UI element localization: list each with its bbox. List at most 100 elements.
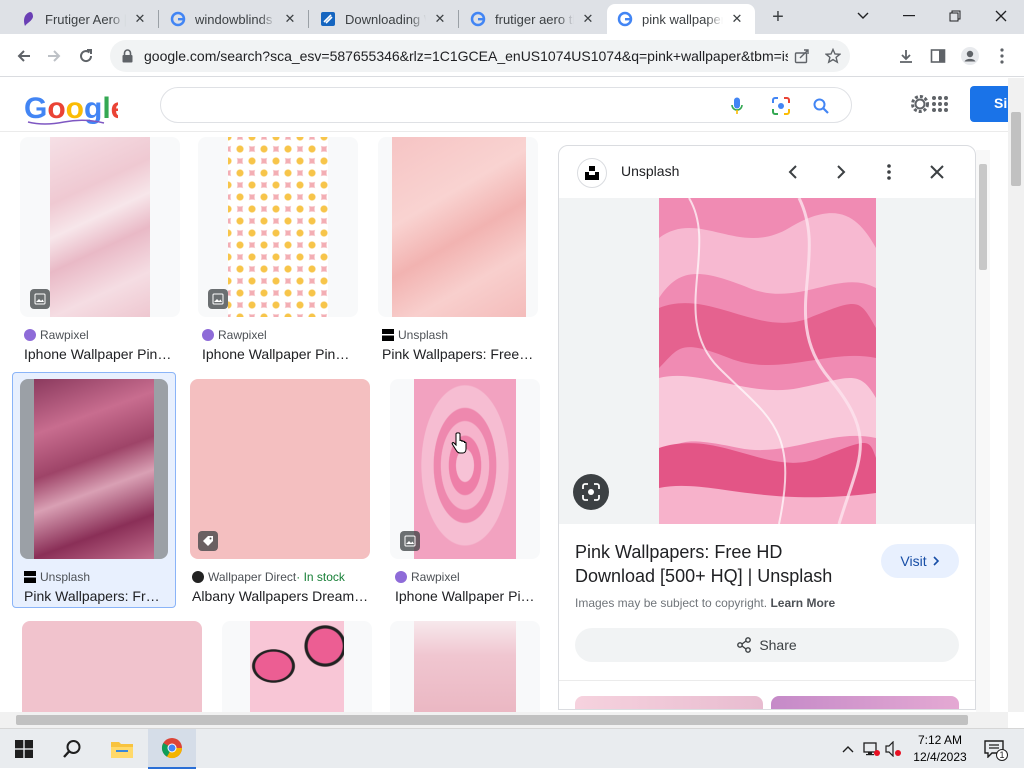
download-icon[interactable] xyxy=(892,42,920,70)
tab-windowblinds[interactable]: windowblinds - ✕ xyxy=(160,4,308,34)
volume-muted-icon[interactable] xyxy=(884,739,904,759)
result-caption[interactable]: Pink Wallpapers: Fre… xyxy=(24,588,166,604)
result-source[interactable]: Rawpixel xyxy=(24,328,89,342)
close-tab-icon[interactable]: ✕ xyxy=(432,11,448,27)
stardock-icon xyxy=(320,11,336,27)
chrome-menu-icon[interactable] xyxy=(988,42,1016,70)
profile-avatar-icon[interactable] xyxy=(956,42,984,70)
image-result-card[interactable]: Wallpaper Direct · In stock Albany Wallp… xyxy=(190,379,370,609)
related-image-thumbnail[interactable] xyxy=(771,696,959,709)
new-tab-button[interactable]: + xyxy=(766,6,790,30)
result-caption[interactable]: Iphone Wallpaper Pi… xyxy=(395,588,535,604)
browser-toolbar: google.com/search?sca_esv=587655346&rlz=… xyxy=(0,34,1024,77)
back-button[interactable] xyxy=(10,42,38,70)
google-apps-grid-icon[interactable] xyxy=(928,92,952,116)
file-explorer-icon[interactable] xyxy=(98,729,146,769)
panel-scrollbar[interactable] xyxy=(976,150,990,712)
search-input[interactable] xyxy=(160,87,852,123)
lock-icon[interactable] xyxy=(120,49,134,63)
notification-center-icon[interactable]: 1 xyxy=(982,739,1008,761)
previous-image-icon[interactable] xyxy=(781,160,805,184)
google-icon xyxy=(470,11,486,27)
close-tab-icon[interactable]: ✕ xyxy=(282,11,298,27)
image-result-card[interactable]: Rawpixel Iphone Wallpaper Pin… xyxy=(20,137,180,367)
image-thumbnail[interactable] xyxy=(390,621,540,712)
sign-in-button[interactable]: Si xyxy=(970,86,1010,122)
preview-image[interactable] xyxy=(659,197,876,525)
image-thumbnail[interactable] xyxy=(20,379,168,559)
vertical-scrollbar-thumb[interactable] xyxy=(1011,112,1021,186)
next-image-icon[interactable] xyxy=(829,160,853,184)
panel-scrollbar-thumb[interactable] xyxy=(979,164,987,270)
result-source[interactable]: Unsplash xyxy=(24,570,90,584)
tab-downloading[interactable]: Downloading W ✕ xyxy=(310,4,458,34)
minimize-icon[interactable] xyxy=(886,0,932,32)
image-thumbnail[interactable] xyxy=(198,137,358,317)
result-caption[interactable]: Iphone Wallpaper Pin… xyxy=(202,346,354,362)
result-source[interactable]: Unsplash xyxy=(382,328,448,342)
chrome-taskbar-icon[interactable] xyxy=(148,729,196,769)
rawpixel-icon xyxy=(202,329,214,341)
tab-frutiger-aero[interactable]: Frutiger Aero | A ✕ xyxy=(10,4,158,34)
horizontal-scrollbar-thumb[interactable] xyxy=(16,715,968,725)
result-source[interactable]: Wallpaper Direct · In stock xyxy=(192,570,345,584)
close-tab-icon[interactable]: ✕ xyxy=(132,11,148,27)
result-caption[interactable]: Pink Wallpapers: Free … xyxy=(382,346,536,362)
voice-search-icon[interactable] xyxy=(727,96,747,116)
tab-pink-wallpaper[interactable]: pink wallpaper - ✕ xyxy=(607,4,755,34)
google-header: Google Si xyxy=(0,78,1010,132)
restore-icon[interactable] xyxy=(932,0,978,32)
image-thumbnail[interactable] xyxy=(390,379,540,559)
image-thumbnail[interactable] xyxy=(190,379,370,559)
chevron-right-icon xyxy=(933,556,939,566)
page-vertical-scrollbar[interactable] xyxy=(1008,78,1024,712)
image-result-card[interactable]: Unsplash Pink Wallpapers: Free … xyxy=(378,137,538,367)
bookmark-star-icon[interactable] xyxy=(816,48,850,64)
tab-search-icon[interactable] xyxy=(840,0,886,32)
panel-title[interactable]: Pink Wallpapers: Free HD Download [500+ … xyxy=(575,540,865,588)
result-source[interactable]: Rawpixel xyxy=(395,570,460,584)
google-doodle-logo[interactable]: Google xyxy=(24,92,127,126)
reload-button[interactable] xyxy=(72,42,100,70)
tab-title: windowblinds - xyxy=(195,11,276,27)
network-icon[interactable] xyxy=(862,739,882,759)
image-thumbnail[interactable] xyxy=(20,137,180,317)
image-result-card[interactable]: Rawpixel Iphone Wallpaper Pin… xyxy=(198,137,358,367)
tab-frutiger-aero-theme[interactable]: frutiger aero the ✕ xyxy=(460,4,606,34)
close-tab-icon[interactable]: ✕ xyxy=(729,11,745,27)
share-page-icon[interactable] xyxy=(788,48,816,64)
image-result-card[interactable]: Unsplash Pink Wallpapers: Fre… xyxy=(20,379,170,609)
panel-source-label[interactable]: Unsplash xyxy=(621,163,679,179)
forward-button[interactable] xyxy=(40,42,68,70)
address-bar[interactable]: google.com/search?sca_esv=587655346&rlz=… xyxy=(110,40,850,72)
close-window-icon[interactable] xyxy=(978,0,1024,32)
close-panel-icon[interactable] xyxy=(925,160,949,184)
unsplash-logo-icon[interactable] xyxy=(577,158,607,188)
rawpixel-icon xyxy=(24,329,36,341)
result-caption[interactable]: Albany Wallpapers Dream… xyxy=(192,588,370,604)
close-tab-icon[interactable]: ✕ xyxy=(580,11,596,27)
more-options-icon[interactable] xyxy=(877,160,901,184)
image-thumbnail[interactable] xyxy=(22,621,202,712)
result-caption[interactable]: Iphone Wallpaper Pin… xyxy=(24,346,176,362)
share-button[interactable]: Share xyxy=(575,628,959,662)
system-clock[interactable]: 7:12 AM 12/4/2023 xyxy=(908,732,972,766)
related-image-thumbnail[interactable] xyxy=(575,696,763,709)
search-icon[interactable] xyxy=(48,729,96,769)
image-thumbnail[interactable] xyxy=(222,621,372,712)
start-button-icon[interactable] xyxy=(0,729,48,769)
rawpixel-icon xyxy=(395,571,407,583)
page-horizontal-scrollbar[interactable] xyxy=(0,712,1008,728)
side-panel-icon[interactable] xyxy=(924,42,952,70)
url-text[interactable]: google.com/search?sca_esv=587655346&rlz=… xyxy=(144,48,788,64)
learn-more-link[interactable]: Learn More xyxy=(770,596,835,610)
result-source[interactable]: Rawpixel xyxy=(202,328,267,342)
lens-search-icon[interactable] xyxy=(771,96,791,116)
image-thumbnail[interactable] xyxy=(378,137,538,317)
image-result-card[interactable]: Rawpixel Iphone Wallpaper Pi… xyxy=(390,379,540,609)
lens-search-icon[interactable] xyxy=(573,474,609,510)
image-icon xyxy=(400,531,420,551)
show-hidden-icons-icon[interactable] xyxy=(838,739,858,759)
search-icon[interactable] xyxy=(811,96,831,116)
visit-button[interactable]: Visit xyxy=(881,544,959,578)
